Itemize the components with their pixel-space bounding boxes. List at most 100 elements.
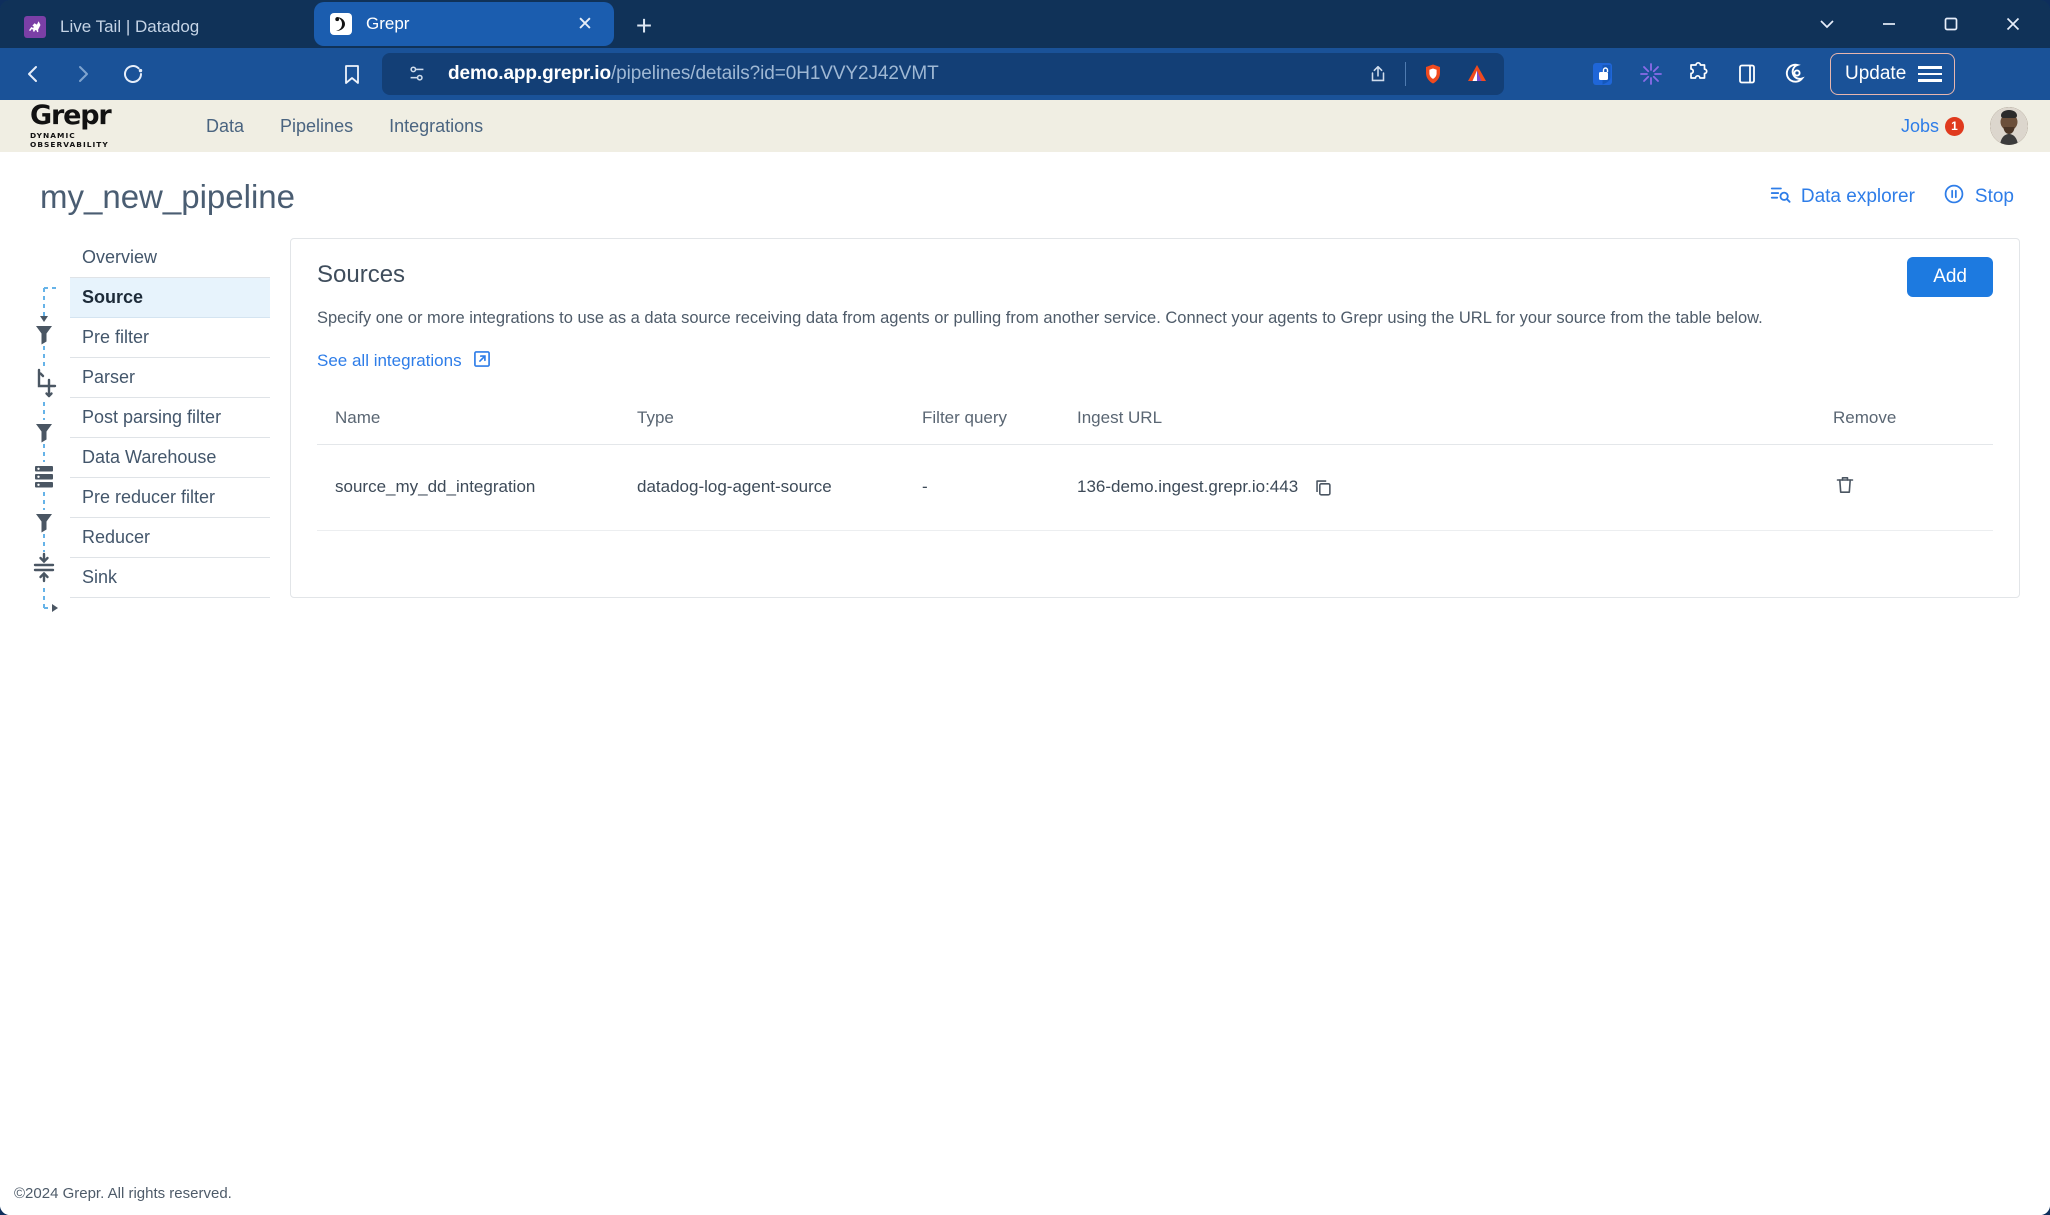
jobs-badge: 1	[1945, 116, 1964, 136]
divider	[1405, 62, 1406, 86]
browser-tab-grepr[interactable]: Grepr ✕	[314, 2, 614, 46]
sidebar-item-label: Sink	[82, 567, 118, 587]
minimize-icon[interactable]	[1858, 2, 1920, 46]
grepr-favicon	[330, 13, 352, 35]
nav-item-integrations[interactable]: Integrations	[371, 116, 501, 137]
new-tab-button[interactable]: +	[624, 6, 664, 46]
add-button[interactable]: Add	[1907, 257, 1993, 297]
cell-ingest-url: 136-demo.ingest.grepr.io:443	[1077, 444, 1833, 531]
sidebar-item-label: Pre reducer filter	[82, 487, 216, 507]
copy-icon[interactable]	[1312, 476, 1334, 498]
tab-strip: Live Tail | Datadog Grepr ✕ +	[0, 0, 2050, 48]
sidebar-item-sink[interactable]: Sink	[70, 558, 270, 598]
browser-tab-datadog[interactable]: Live Tail | Datadog	[8, 6, 276, 48]
stop-button[interactable]: Stop	[1943, 183, 2014, 211]
nav-item-pipelines[interactable]: Pipelines	[262, 116, 371, 137]
cell-name: source_my_dd_integration	[317, 444, 637, 531]
maximize-icon[interactable]	[1920, 2, 1982, 46]
page-footer: ©2024 Grepr. All rights reserved.	[0, 1171, 2050, 1215]
sidebar-item-overview[interactable]: Overview	[70, 238, 270, 278]
copyright-text: ©2024 Grepr. All rights reserved.	[14, 1184, 232, 1202]
page-actions: Data explorer Stop	[1769, 183, 2014, 211]
trash-icon[interactable]	[1833, 473, 1857, 497]
forward-icon[interactable]	[60, 54, 106, 94]
panel-title: Sources	[317, 261, 406, 288]
hamburger-menu-icon[interactable]	[1918, 66, 1943, 82]
sidebar-item-parser[interactable]: Parser	[70, 358, 270, 398]
app-header: Grepr DYNAMIC OBSERVABILITY Data Pipelin…	[0, 100, 2050, 152]
column-header-filter-query: Filter query	[922, 407, 1077, 445]
cell-type: datadog-log-agent-source	[637, 444, 922, 531]
logo-tagline: DYNAMIC OBSERVABILITY	[30, 130, 109, 149]
column-header-remove: Remove	[1833, 407, 1993, 445]
site-settings-icon[interactable]	[400, 58, 434, 90]
page-viewport: Grepr DYNAMIC OBSERVABILITY Data Pipelin…	[0, 100, 2050, 1215]
brave-rewards-icon[interactable]	[1460, 58, 1494, 90]
avatar[interactable]	[1990, 107, 2028, 145]
column-header-ingest-url: Ingest URL	[1077, 407, 1833, 445]
sidebar-panel-icon[interactable]	[1730, 57, 1764, 91]
nav-item-data[interactable]: Data	[188, 116, 262, 137]
sidebar-item-reducer[interactable]: Reducer	[70, 518, 270, 558]
ingest-url-text: 136-demo.ingest.grepr.io:443	[1077, 477, 1299, 497]
sources-table: Name Type Filter query Ingest URL Remove…	[317, 407, 1993, 531]
chevron-down-icon[interactable]	[1796, 2, 1858, 46]
reload-icon[interactable]	[110, 54, 156, 94]
sidebar-item-label: Overview	[82, 247, 158, 267]
url-text[interactable]: demo.app.grepr.io/pipelines/details?id=0…	[448, 63, 1347, 85]
sidebar-item-label: Reducer	[82, 527, 151, 547]
window-close-icon[interactable]	[1982, 2, 2044, 46]
brave-shields-icon[interactable]	[1416, 58, 1450, 90]
tab-title: Grepr	[366, 14, 410, 33]
jobs-link[interactable]: Jobs 1	[1901, 116, 1964, 137]
column-header-type: Type	[637, 407, 922, 445]
sidebar-item-source[interactable]: Source	[70, 278, 270, 318]
jobs-label: Jobs	[1900, 115, 1939, 136]
tab-title: Live Tail | Datadog	[60, 17, 200, 36]
table-header-row: Name Type Filter query Ingest URL Remove	[317, 407, 1993, 445]
browser-toolbar: demo.app.grepr.io/pipelines/details?id=0…	[0, 48, 2050, 100]
see-all-integrations-link[interactable]: See all integrations	[317, 349, 492, 374]
pipeline-rail	[30, 278, 70, 618]
sidebar-item-label: Post parsing filter	[82, 407, 222, 427]
bookmark-icon[interactable]	[330, 54, 374, 94]
cell-remove	[1833, 444, 1993, 531]
update-label: Update	[1845, 63, 1907, 84]
back-icon[interactable]	[10, 54, 56, 94]
puzzle-extensions-icon[interactable]	[1682, 57, 1716, 91]
extension-icons	[1586, 57, 1812, 91]
url-host: demo.app.grepr.io	[448, 63, 611, 84]
window-controls	[1796, 2, 2044, 46]
close-icon[interactable]: ✕	[572, 11, 598, 37]
sidebar-item-data-warehouse[interactable]: Data Warehouse	[70, 438, 270, 478]
table-row: source_my_dd_integration datadog-log-age…	[317, 444, 1993, 531]
sidebar-item-pre-reducer-filter[interactable]: Pre reducer filter	[70, 478, 270, 518]
see-all-integrations-label: See all integrations	[317, 351, 462, 371]
stop-label: Stop	[1974, 186, 2014, 207]
sidebar-item-label: Source	[82, 287, 144, 307]
data-explorer-button[interactable]: Data explorer	[1769, 183, 1915, 211]
update-button[interactable]: Update	[1830, 53, 1956, 95]
grepr-logo[interactable]: Grepr DYNAMIC OBSERVABILITY	[30, 100, 130, 149]
page-content: my_new_pipeline Data explorer Stop Overv…	[0, 152, 2050, 1215]
sidebar-item-label: Parser	[82, 367, 136, 387]
column-header-name: Name	[317, 407, 637, 445]
sources-panel: Sources Add Specify one or more integrat…	[290, 238, 2020, 598]
sidebar-item-post-parsing-filter[interactable]: Post parsing filter	[70, 398, 270, 438]
bitwarden-icon[interactable]	[1586, 57, 1620, 91]
share-icon[interactable]	[1361, 58, 1395, 90]
data-explorer-label: Data explorer	[1800, 186, 1915, 207]
logo-wordmark: Grepr	[30, 100, 112, 132]
brave-leo-icon[interactable]	[1778, 57, 1812, 91]
sidebar-item-pre-filter[interactable]: Pre filter	[70, 318, 270, 358]
address-bar-actions	[1361, 58, 1494, 90]
external-link-icon	[472, 349, 492, 374]
pause-circle-icon	[1943, 183, 1965, 211]
table-head: Name Type Filter query Ingest URL Remove	[317, 407, 1993, 445]
sidebar-item-label: Pre filter	[82, 327, 150, 347]
page-title: my_new_pipeline	[40, 178, 295, 215]
header-right: Jobs 1	[1901, 107, 2028, 145]
extension-sparkle-icon[interactable]	[1634, 57, 1668, 91]
address-bar[interactable]: demo.app.grepr.io/pipelines/details?id=0…	[382, 53, 1504, 95]
main-nav: Data Pipelines Integrations	[188, 116, 501, 137]
